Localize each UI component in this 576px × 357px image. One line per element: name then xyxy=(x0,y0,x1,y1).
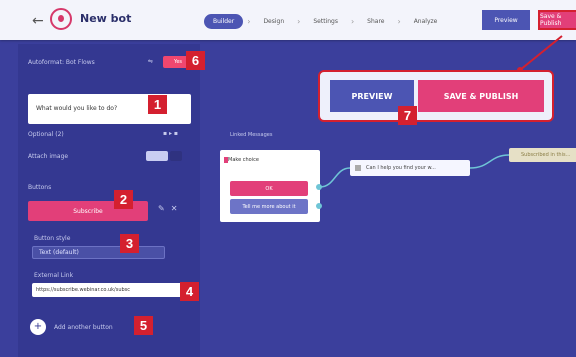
flow-connections xyxy=(319,35,563,188)
connection-line xyxy=(319,167,351,188)
annotation-badge-1: 1 xyxy=(148,95,167,114)
annotation-badge-5: 5 xyxy=(134,316,153,335)
question-node[interactable]: Can I help you find your w... xyxy=(350,160,470,176)
annotation-badge-7: 7 xyxy=(398,106,417,125)
annotation-badge-4: 4 xyxy=(180,282,199,301)
callout-pointer-line xyxy=(519,35,563,71)
annotation-badge-2: 2 xyxy=(114,190,133,209)
connection-line xyxy=(469,154,510,169)
subscribed-node[interactable]: Subscribed in this... xyxy=(509,148,576,162)
callout-save-publish-button[interactable]: SAVE & PUBLISH xyxy=(418,80,544,112)
annotation-badge-3: 3 xyxy=(120,234,139,253)
publish-callout: PREVIEW SAVE & PUBLISH xyxy=(318,70,554,122)
annotation-badge-6: 6 xyxy=(186,51,205,70)
